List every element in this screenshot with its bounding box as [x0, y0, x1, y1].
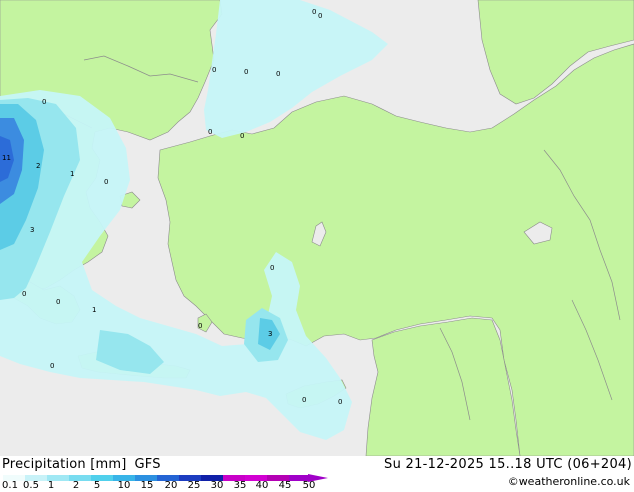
map-label: 3 [30, 226, 34, 234]
legend-label: 5 [93, 480, 101, 491]
legend-label: 30 [210, 480, 224, 491]
map-label: 0 [302, 396, 306, 404]
legend-label: 35 [233, 480, 247, 491]
map-label: 3 [268, 330, 272, 338]
land-levant [365, 317, 521, 456]
map-label: 0 [208, 128, 212, 136]
map-label: 0 [198, 322, 202, 330]
map-label: 0 [212, 66, 216, 74]
map-label: 0 [104, 178, 108, 186]
map-label: 2 [36, 162, 40, 170]
precipitation-map: 0 0 0 0 0 0 0 2 11 1 0 3 0 0 1 0 0 3 0 0… [0, 0, 634, 456]
map-footer: Precipitation [mm] GFS Su 21-12-2025 15..… [0, 456, 634, 492]
map-label: 0 [22, 290, 26, 298]
map-label: 1 [70, 170, 74, 178]
map-label: 11 [2, 154, 11, 162]
legend-label: 50 [302, 480, 316, 491]
legend-label: 0.1 [2, 480, 18, 491]
map-label: 0 [276, 70, 280, 78]
legend-label: 45 [278, 480, 292, 491]
model-name: GFS [134, 457, 161, 472]
legend-label: 10 [117, 480, 131, 491]
legend-label: 0.5 [23, 480, 39, 491]
map-label: 0 [244, 68, 248, 76]
map-label: 0 [42, 98, 46, 106]
map-label: 0 [318, 12, 322, 20]
legend-label: 1 [47, 480, 55, 491]
legend-label: 20 [164, 480, 178, 491]
map-label: 0 [338, 398, 342, 406]
legend-label: 2 [72, 480, 80, 491]
valid-datetime: Su 21-12-2025 15..18 UTC (06+204) [384, 457, 632, 472]
credit-link[interactable]: ©weatheronline.co.uk [508, 475, 630, 488]
legend-label: 15 [140, 480, 154, 491]
precip-title: Precipitation [mm] [2, 457, 127, 472]
map-label: 1 [92, 306, 96, 314]
map-label: 0 [56, 298, 60, 306]
map-label: 0 [50, 362, 54, 370]
map-label: 0 [240, 132, 244, 140]
legend-labels: 0.1 0.5 1 2 5 10 15 20 25 30 35 40 45 50 [0, 480, 340, 492]
map-label: 0 [312, 8, 316, 16]
legend-label: 25 [187, 480, 201, 491]
legend-label: 40 [255, 480, 269, 491]
footer-title: Precipitation [mm] GFS [2, 457, 169, 472]
map-label: 0 [270, 264, 274, 272]
